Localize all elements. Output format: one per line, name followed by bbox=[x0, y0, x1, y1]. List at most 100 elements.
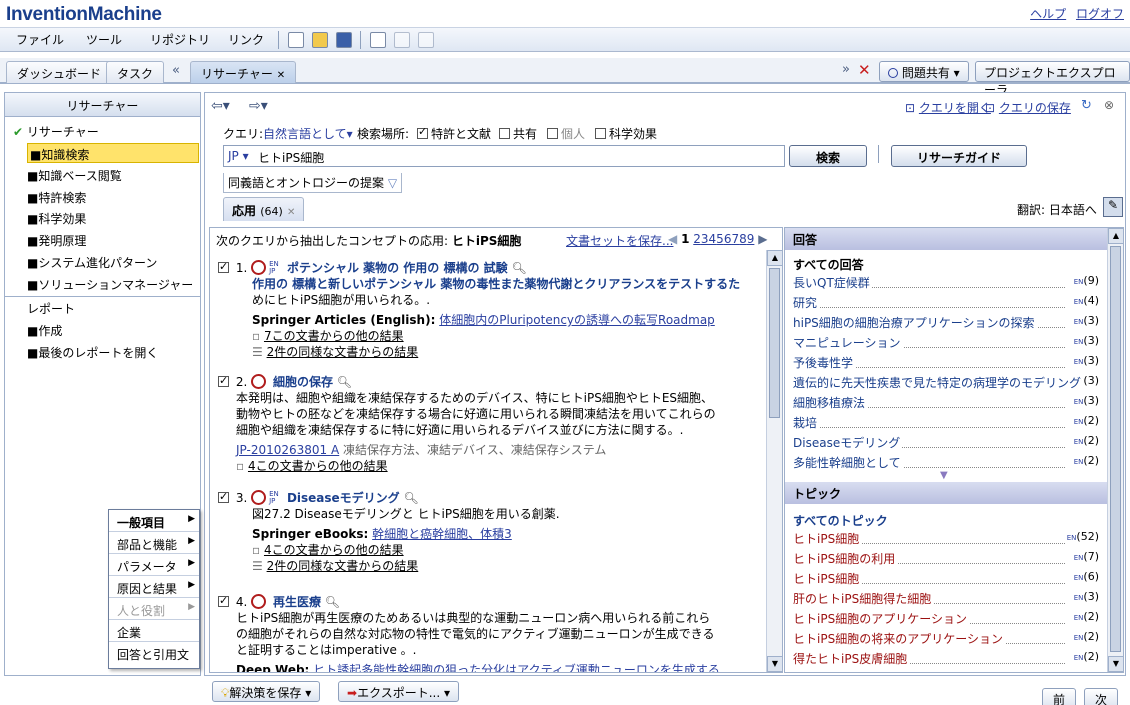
result-checkbox[interactable] bbox=[218, 373, 229, 389]
translate-icon[interactable]: EN JP bbox=[269, 261, 283, 275]
option-personal[interactable]: 個人 bbox=[547, 125, 585, 142]
list-item[interactable]: 研究 EN(4) bbox=[793, 294, 1099, 312]
save-query-link[interactable]: ⊡ クエリの保存 bbox=[985, 99, 1071, 116]
translate-icon[interactable]: EN bbox=[1074, 438, 1084, 446]
back-icon[interactable]: ⇦▾ bbox=[211, 98, 230, 114]
list-item-label[interactable]: ヒトiPS細胞の将来のアプリケーション bbox=[793, 632, 1005, 646]
scroll-right-icon[interactable]: » bbox=[842, 62, 850, 77]
page-2[interactable]: 2 bbox=[693, 232, 701, 246]
list-item[interactable]: ヒトiPS細胞 EN(6) bbox=[793, 570, 1099, 588]
translate-icon[interactable]: EN bbox=[1074, 614, 1084, 622]
result-checkbox[interactable] bbox=[218, 489, 229, 505]
list-item[interactable]: hiPS細胞の細胞治療アプリケーションの探索 EN(3) bbox=[793, 314, 1099, 332]
translate-icon[interactable]: EN bbox=[1074, 458, 1084, 466]
close-tab-icon[interactable]: ✕ bbox=[287, 207, 295, 218]
translate-icon[interactable]: EN bbox=[1074, 594, 1084, 602]
scroll-up-icon[interactable]: ▲ bbox=[767, 250, 782, 266]
list-item[interactable]: 長いQT症候群 EN(9) bbox=[793, 274, 1099, 292]
scroll-left-icon[interactable]: « bbox=[172, 63, 180, 78]
scroll-down-icon[interactable]: ▼ bbox=[767, 656, 782, 672]
page-3[interactable]: 3 bbox=[701, 232, 709, 246]
science-checkbox[interactable] bbox=[595, 128, 606, 139]
project-explorer-button[interactable]: プロジェクトエクスプローラ bbox=[975, 61, 1130, 97]
list-item[interactable]: 細胞移植療法 EN(3) bbox=[793, 394, 1099, 412]
menu-item-components[interactable]: 部品と機能 ▶ bbox=[109, 532, 199, 554]
list-item-label[interactable]: 遺伝的に先天性疾患で見た特定の病理学のモデリング bbox=[793, 376, 1084, 390]
page-5[interactable]: 5 bbox=[716, 232, 724, 246]
list-item-label[interactable]: 肝のヒトiPS細胞得た細胞 bbox=[793, 592, 934, 606]
page-8[interactable]: 8 bbox=[739, 232, 747, 246]
menu-item-people-roles[interactable]: 人と役割 ▶ bbox=[109, 598, 199, 620]
sidebar-item-evolution-patterns[interactable]: ■システム進化パターン bbox=[5, 252, 200, 272]
menu-file[interactable]: ファイル bbox=[16, 31, 64, 48]
translate-pencil-icon[interactable]: ✎ bbox=[1103, 197, 1123, 217]
open-folder-icon[interactable] bbox=[312, 32, 328, 48]
menu-item-parameters[interactable]: パラメータ ▶ bbox=[109, 554, 199, 576]
page-next-icon[interactable]: ▶ bbox=[758, 232, 767, 246]
menu-item-cause-effect[interactable]: 原因と結果 ▶ bbox=[109, 576, 199, 598]
shared-checkbox[interactable] bbox=[499, 128, 510, 139]
translate-icon[interactable]: EN bbox=[1074, 298, 1084, 306]
translate-icon[interactable]: EN JP bbox=[269, 491, 283, 505]
list-item-label[interactable]: ヒトiPS細胞 bbox=[793, 532, 862, 546]
result-checkbox[interactable] bbox=[218, 259, 229, 275]
similar-results[interactable]: ☰ 2件の同様な文書からの結果 bbox=[218, 558, 766, 574]
share-issue-button[interactable]: 問題共有 ▾ bbox=[879, 61, 969, 82]
translate-icon[interactable]: EN bbox=[1074, 574, 1084, 582]
list-item-label[interactable]: マニピュレーション bbox=[793, 336, 903, 350]
list-item[interactable]: ヒトiPS細胞のアプリケーション EN(2) bbox=[793, 610, 1099, 628]
translate-icon[interactable]: EN bbox=[1074, 418, 1084, 426]
sidebar-item-create-report[interactable]: ■作成 bbox=[5, 320, 200, 340]
list-item[interactable]: ヒト細胞 EN bbox=[793, 670, 1099, 672]
list-item[interactable]: マニピュレーション EN(3) bbox=[793, 334, 1099, 352]
source-link[interactable]: JP-2010263801 A bbox=[236, 443, 339, 457]
tab-task[interactable]: タスク bbox=[106, 61, 165, 83]
close-all-icon[interactable]: ✕ bbox=[858, 61, 871, 79]
scroll-thumb[interactable] bbox=[769, 268, 780, 418]
save-solution-button[interactable]: 💡︎解決策を保存 ▾ bbox=[212, 681, 321, 702]
translate-icon[interactable]: EN bbox=[1074, 338, 1084, 346]
list-item-label[interactable]: 細胞移植療法 bbox=[793, 396, 868, 410]
list-item-label[interactable]: 多能性幹細胞として bbox=[793, 456, 903, 470]
menu-item-companies[interactable]: 企業 bbox=[109, 620, 199, 642]
list-item[interactable]: 遺伝的に先天性疾患で見た特定の病理学のモデリングEN(3) bbox=[793, 374, 1099, 392]
sidebar-item-patent-search[interactable]: ■特許検索 bbox=[5, 187, 200, 207]
more-results[interactable]: ▫ 4この文書からの他の結果 bbox=[218, 542, 766, 558]
source-link[interactable]: ヒト誘起多能性幹細胞の狙った分化はアクティブ運動ニューロンを生成する bbox=[313, 663, 720, 672]
new-document-icon[interactable] bbox=[288, 32, 304, 48]
list-item-label[interactable]: 栽培 bbox=[793, 416, 820, 430]
tab-dashboard[interactable]: ダッシュボード bbox=[6, 61, 113, 83]
list-item-label[interactable]: ヒトiPS細胞の利用 bbox=[793, 552, 898, 566]
paste-icon[interactable] bbox=[394, 32, 410, 48]
personal-checkbox[interactable] bbox=[547, 128, 558, 139]
next-button[interactable]: 次 bbox=[1084, 688, 1118, 705]
list-item-label[interactable]: 長いQT症候群 bbox=[793, 276, 872, 290]
sidebar-item-inventive-principles[interactable]: ■発明原理 bbox=[5, 230, 200, 250]
open-query-link[interactable]: ⊡ クエリを開く bbox=[905, 99, 991, 116]
scroll-thumb[interactable] bbox=[1110, 246, 1121, 652]
menu-repository[interactable]: リポジトリ bbox=[150, 31, 210, 48]
source-link[interactable]: 幹細胞と癌幹細胞、体積3 bbox=[372, 527, 512, 541]
result-title[interactable]: 再生医療 bbox=[273, 595, 321, 609]
export-button[interactable]: ➡エクスポート... ▾ bbox=[338, 681, 459, 702]
magnify-icon[interactable]: 🔍︎ bbox=[404, 491, 419, 505]
menu-link[interactable]: リンク bbox=[228, 31, 264, 48]
scroll-up-icon[interactable]: ▲ bbox=[1108, 228, 1123, 244]
more-results[interactable]: ▫ 4この文書からの他の結果 bbox=[218, 458, 766, 474]
prev-button[interactable]: 前 bbox=[1042, 688, 1076, 705]
translate-icon[interactable]: EN bbox=[1074, 398, 1084, 406]
list-item[interactable]: 得たヒトiPS皮膚細胞 EN(2) bbox=[793, 650, 1099, 668]
page-9[interactable]: 9 bbox=[747, 232, 755, 246]
tab-researcher[interactable]: リサーチャー ✕ bbox=[190, 61, 297, 83]
option-shared[interactable]: 共有 bbox=[499, 125, 537, 142]
result-title[interactable]: Diseaseモデリング bbox=[287, 491, 400, 505]
list-item-label[interactable]: hiPS細胞の細胞治療アプリケーションの探索 bbox=[793, 316, 1037, 330]
tab-applications[interactable]: 応用 (64) ✕ bbox=[223, 197, 305, 221]
result-checkbox[interactable] bbox=[218, 593, 229, 609]
close-query-icon[interactable]: ⊗ bbox=[1104, 98, 1114, 112]
more-results[interactable]: ▫ 7この文書からの他の結果 bbox=[218, 328, 766, 344]
list-item-label[interactable]: ヒトiPS細胞 bbox=[793, 572, 862, 586]
research-guide-button[interactable]: リサーチガイド bbox=[891, 145, 1027, 167]
sidebar-item-solution-manager[interactable]: ■ソリューションマネージャー bbox=[5, 274, 200, 294]
source-link[interactable]: 体細胞内のPluripotencyの誘導への転写Roadmap bbox=[439, 313, 715, 327]
